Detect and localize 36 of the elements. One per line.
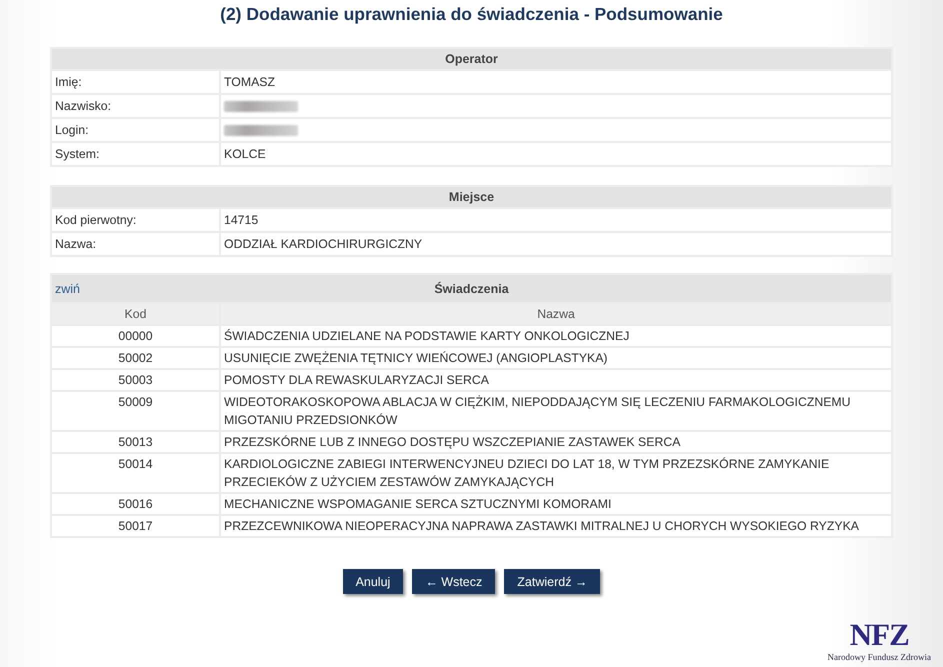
name-cell: ŚWIADCZENIA UDZIELANE NA PODSTAWIE KARTY ONKOLOGICZNEJ xyxy=(221,326,891,346)
nav-button[interactable]: ← Wstecz xyxy=(412,569,496,594)
name-cell: PRZEZCEWNIKOWA NIEOPERACYJNA NAPRAWA ZASTAWKI MITRALNEJ U CHORYCH WYSOKIEGO RYZYKA xyxy=(221,516,891,536)
name-cell: WIDEOTORAKOSKOPOWA ABLACJA W CIĘŻKIM, NIEPODDAJĄCYM SIĘ LECZENIU FARMAKOLOGICZNEMU MIGOTANIU PRZEDSIONKÓW xyxy=(221,392,891,430)
section-heading: Świadczenia xyxy=(434,282,509,296)
section-heading: Operator xyxy=(52,49,891,69)
code-cell: 50016 xyxy=(52,494,219,514)
code-cell: 50017 xyxy=(52,516,219,536)
field-label: Nazwa: xyxy=(52,233,219,255)
nav-button[interactable]: Zatwierdź → xyxy=(504,569,600,594)
name-cell: KARDIOLOGICZNE ZABIEGI INTERWENCYJNEU DZIECI DO LAT 18, W TYM PRZEZSKÓRNE ZAMYKANIE PRZECIEKÓW Z UŻYCIEM ZESTAWÓW ZAMYKAJĄCYCH xyxy=(221,454,891,492)
field-value: ODDZIAŁ KARDIOCHIRURGICZNY xyxy=(221,233,891,255)
field-label: Nazwisko: xyxy=(52,95,219,117)
code-cell: 50014 xyxy=(52,454,219,492)
code-cell: 50013 xyxy=(52,432,219,452)
code-cell: 50002 xyxy=(52,348,219,368)
field-label: System: xyxy=(52,143,219,165)
name-cell: PRZEZSKÓRNE LUB Z INNEGO DOSTĘPU WSZCZEPIANIE ZASTAWEK SERCA xyxy=(221,432,891,452)
nav-button[interactable]: Anuluj xyxy=(342,569,404,594)
name-cell: POMOSTY DLA REWASKULARYZACJI SERCA xyxy=(221,370,891,390)
code-cell: 50009 xyxy=(52,392,219,430)
name-cell: MECHANICZNE WSPOMAGANIE SERCA SZTUCZNYMI KOMORAMI xyxy=(221,494,891,514)
name-cell: USUNIĘCIE ZWĘŻENIA TĘTNICY WIEŃCOWEJ (ANGIOPLASTYKA) xyxy=(221,348,891,368)
page-title: (2) Dodawanie uprawnienia do świadczenia - Podsumowanie xyxy=(219,3,724,25)
logo-caption: Narodowy Fundusz Zdrowia xyxy=(828,651,931,663)
section-heading: Miejsce xyxy=(52,187,891,207)
field-value: TOMASZ xyxy=(221,71,891,93)
logo-wordmark: NFZ xyxy=(850,622,909,648)
field-value: KOLCE xyxy=(221,143,891,165)
collapse-link[interactable]: zwiń xyxy=(55,282,80,296)
field-label: Kod pierwotny: xyxy=(52,209,219,231)
field-value: 14715 xyxy=(221,209,891,231)
field-label: Login: xyxy=(52,119,219,141)
field-label: Imię: xyxy=(52,71,219,93)
code-cell: 00000 xyxy=(52,326,219,346)
code-cell: 50003 xyxy=(52,370,219,390)
